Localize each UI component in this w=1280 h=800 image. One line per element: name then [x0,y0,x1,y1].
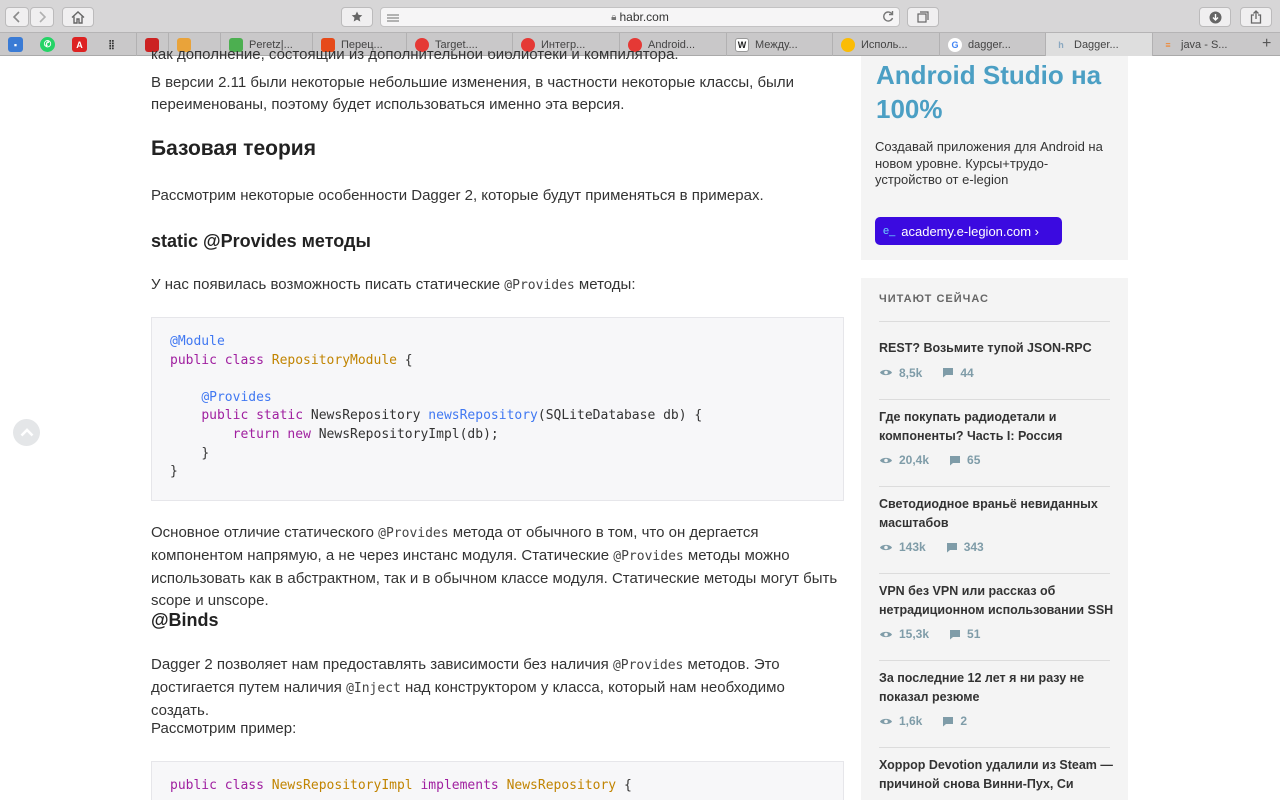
home-icon [71,10,85,24]
reading-item-stats: 20,4k 65 [879,453,1114,467]
reading-item-stats: 15,3k 51 [879,627,1114,641]
paragraph-static: У нас появилась возможность писать стати… [151,276,636,293]
ad-title: Android Studio на 100% [876,60,1102,124]
chevron-right-icon [39,11,46,23]
reading-item-stats: 8,5k 44 [879,366,1114,380]
comment-icon [943,368,954,378]
tabs-icon [917,11,929,23]
share-button[interactable] [1240,7,1272,27]
bookmarks-button[interactable] [341,7,373,27]
comment-icon [950,455,961,465]
tab-favicon [229,37,243,52]
reading-item-title[interactable]: VPN без VPN или рассказ об нетрадиционно… [879,582,1114,619]
url-text: habr.com [619,10,669,24]
whatsapp-icon[interactable]: ✆ [40,37,55,52]
share-icon [1250,10,1262,24]
download-icon [1209,11,1221,23]
divider [879,321,1110,322]
tab-favicon [415,37,429,52]
ad-text: Создавай приложения для Android на новом… [875,139,1103,187]
browser-toolbar: 🔒︎ habr.com [0,0,1280,33]
paragraph-base: Рассмотрим некоторые особенности Dagger … [151,187,764,204]
eye-icon [880,544,892,550]
divider [879,399,1110,400]
reading-item-title[interactable]: Где покупать радиодетали и компоненты? Ч… [879,408,1114,445]
home-button[interactable] [62,7,94,27]
tab-favicon [177,37,191,52]
e-legion-logo-icon: e_ [883,225,896,237]
tab-12[interactable]: ≡ java - S... [1152,33,1258,56]
ad-link-button[interactable]: e_ academy.e-legion.com › [875,217,1062,245]
ad-banner[interactable]: Android Studio на 100% Создавай приложен… [861,56,1128,260]
comment-icon [946,542,957,552]
eye-icon [880,457,892,463]
reading-item[interactable]: REST? Возьмите тупой JSON-RPC 8,5k 44 [879,339,1114,380]
paragraph-binds: Dagger 2 позволяет нам предоставлять зав… [151,656,785,719]
tab-favicon [321,37,335,52]
reading-item[interactable]: Хоррор Devotion удалили из Steam — причи… [879,756,1114,793]
tab-favicon [145,37,159,52]
reading-item[interactable]: За последние 12 лет я ни разу не показал… [879,669,1114,728]
reading-now-heading: ЧИТАЮТ СЕЙЧАС [879,293,989,305]
paragraph-example: Рассмотрим пример: [151,720,297,737]
habr-icon: h [1058,39,1064,50]
reading-item-stats: 1,6k 2 [879,714,1114,728]
reading-item-title[interactable]: Хоррор Devotion удалили из Steam — причи… [879,756,1114,793]
apps-grid-icon[interactable]: ⣿ [104,37,119,52]
reading-item[interactable]: VPN без VPN или рассказ об нетрадиционно… [879,582,1114,641]
reading-item[interactable]: Где покупать радиодетали и компоненты? Ч… [879,408,1114,467]
reading-item-title[interactable]: За последние 12 лет я ни разу не показал… [879,669,1114,706]
divider [879,486,1110,487]
reading-item-stats: 143k 343 [879,540,1114,554]
paragraph-difference: Основное отличие статического @Provides … [151,524,838,609]
reading-item-title[interactable]: REST? Возьмите тупой JSON-RPC [879,339,1114,358]
tab-favicon [521,37,535,52]
tab-overview-button[interactable] [907,7,939,27]
comment-icon [950,629,961,639]
new-tab-button[interactable]: + [1262,35,1271,53]
tab-favicon [628,37,642,52]
tab-9[interactable]: Исполь... [832,33,939,56]
intro-paragraph: В версии 2.11 были некоторые небольшие и… [151,74,794,113]
chevron-up-icon [20,428,33,437]
divider [879,747,1110,748]
heading-base-theory: Базовая теория [151,137,316,160]
eye-icon [880,369,892,376]
code-block-impl[interactable]: public class NewsRepositoryImpl implemen… [151,761,844,800]
stackoverflow-icon: ≡ [1165,39,1171,50]
eye-icon [880,718,892,724]
reload-icon[interactable] [882,10,894,28]
tab-favicon [841,37,855,52]
reading-now-panel: ЧИТАЮТ СЕЙЧАС REST? Возьмите тупой JSON-… [861,278,1128,800]
star-icon [351,11,363,22]
forward-button[interactable] [30,7,54,27]
reader-icon[interactable] [386,11,400,29]
lock-icon: 🔒︎ [611,11,617,23]
downloads-button[interactable] [1199,7,1231,27]
divider [879,573,1110,574]
intro-cut-text: как дополнение, состоящий из дополнитель… [151,51,679,63]
reading-item-title[interactable]: Светодиодное враньё невиданных масштабов [879,495,1114,532]
tab-10[interactable]: Gdagger... [939,33,1045,56]
comment-icon [943,716,954,726]
heading-static-provides: static @Provides методы [151,231,371,251]
pdf-icon[interactable]: A [72,37,87,52]
eye-icon [880,631,892,637]
tab-11-active[interactable]: h Dagger... [1045,33,1152,56]
back-button[interactable] [5,7,29,27]
divider [879,660,1110,661]
chevron-left-icon [13,11,20,23]
messages-icon[interactable]: ▪ [8,37,23,52]
google-icon: G [948,37,962,52]
reading-item[interactable]: Светодиодное враньё невиданных масштабов… [879,495,1114,554]
address-bar[interactable]: 🔒︎ habr.com [380,7,900,27]
scroll-up-button[interactable] [13,419,40,446]
wikipedia-icon: W [735,37,749,52]
heading-binds: @Binds [151,610,219,630]
code-block-module[interactable]: @Module public class RepositoryModule { … [151,317,844,501]
